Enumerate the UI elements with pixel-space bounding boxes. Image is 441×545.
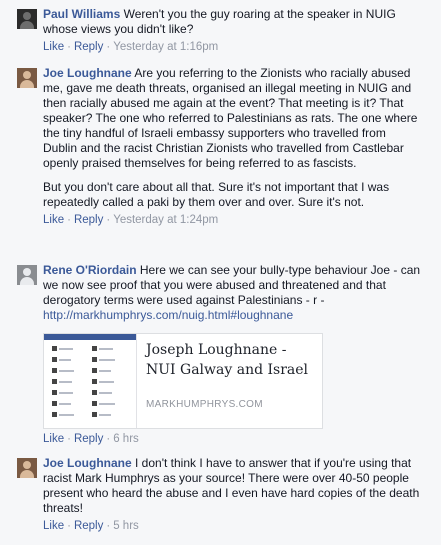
comment-text: Paul Williams Weren't you the guy roarin… [43,7,423,37]
comment-actions: Like · Reply · 5 hrs [43,520,139,532]
comment-timestamp[interactable]: Yesterday at 1:24pm [113,214,218,226]
comment-author[interactable]: Joe Loughnane [43,66,132,80]
comment-author[interactable]: Paul Williams [43,7,120,21]
comment-text: Joe Loughnane I don't think I have to an… [43,456,423,516]
comment-timestamp[interactable]: 5 hrs [113,520,139,532]
like-button[interactable]: Like [43,520,64,532]
reply-button[interactable]: Reply [74,520,103,532]
comment-text: Rene O'Riordain Here we can see your bul… [43,263,423,323]
like-button[interactable]: Like [43,214,64,226]
reply-button[interactable]: Reply [74,433,103,445]
comment-timestamp[interactable]: 6 hrs [113,433,139,445]
link-preview-domain: MARKHUMPHRYS.COM [146,399,263,410]
comment-timestamp[interactable]: Yesterday at 1:16pm [113,41,218,53]
link-preview-card[interactable]: Joseph Loughnane - NUI Galway and Israel… [43,333,323,429]
comment-author[interactable]: Joe Loughnane [43,456,132,470]
comment-link[interactable]: http://markhumphrys.com/nuig.html#loughn… [43,308,293,322]
comment-body: Joe Loughnane I don't think I have to an… [43,456,423,534]
avatar[interactable] [17,9,37,29]
link-preview-title[interactable]: Joseph Loughnane - NUI Galway and Israel [146,340,316,380]
comment-text-continued: But you don't care about all that. Sure … [43,180,390,209]
comment-body: Joe Loughnane Are you referring to the Z… [43,66,423,228]
comment-actions: Like · Reply · 6 hrs [43,433,139,445]
comment-text: Joe Loughnane Are you referring to the Z… [43,66,423,171]
link-preview-thumbnail [44,334,137,428]
reply-button[interactable]: Reply [74,214,103,226]
like-button[interactable]: Like [43,41,64,53]
avatar[interactable] [17,265,37,285]
comment-actions: Like · Reply · Yesterday at 1:24pm [43,214,219,226]
reply-button[interactable]: Reply [74,41,103,53]
avatar[interactable] [17,458,37,478]
comment-body: Rene O'Riordain Here we can see your bul… [43,263,423,447]
comment-message: Are you referring to the Zionists who ra… [43,66,418,170]
comment-actions: Like · Reply · Yesterday at 1:16pm [43,41,219,53]
comment-thread: Paul Williams Weren't you the guy roarin… [0,0,441,545]
like-button[interactable]: Like [43,433,64,445]
comment-author[interactable]: Rene O'Riordain [43,263,137,277]
comment-body: Paul Williams Weren't you the guy roarin… [43,7,423,55]
avatar[interactable] [17,68,37,88]
